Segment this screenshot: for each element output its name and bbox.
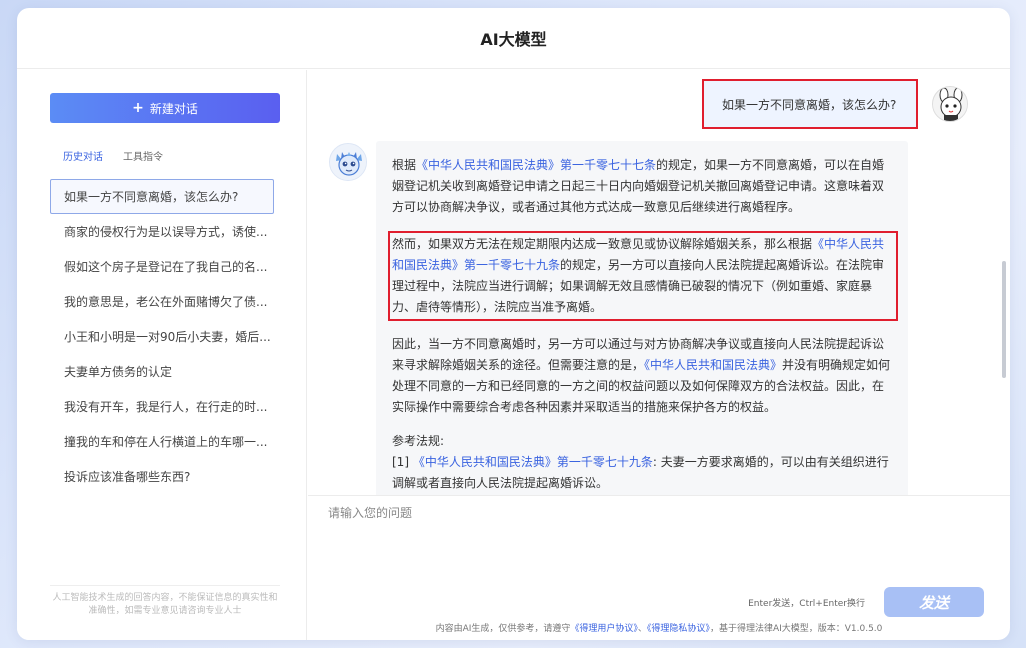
privacy-agreement-link[interactable]: 《得理隐私协议》 xyxy=(647,624,710,634)
assistant-avatar-icon xyxy=(330,144,366,180)
reference-number: [1] xyxy=(392,455,409,469)
user-avatar xyxy=(932,86,968,122)
sidebar-tabs: 历史对话 工具指令 xyxy=(63,148,163,163)
answer-text: 根据 xyxy=(392,158,417,172)
footer-text: 内容由AI生成，仅供参考，请遵守 xyxy=(435,624,571,634)
keyboard-hint: Enter发送，Ctrl+Enter换行 xyxy=(748,599,865,609)
references-title: 参考法规: xyxy=(392,434,445,448)
footer-notice: 内容由AI生成，仅供参考，请遵守《得理用户协议》、《得理隐私协议》，基于得理法律… xyxy=(308,621,1010,634)
tab-history[interactable]: 历史对话 xyxy=(63,148,103,163)
page-title: AI大模型 xyxy=(480,30,547,49)
plus-icon: + xyxy=(132,100,144,116)
law-link[interactable]: 《中华人民共和国民法典》第一千零七十七条 xyxy=(416,158,656,172)
chat-area: 如果一方不同意离婚，该怎么办? 根据《中华人民共和国民法典》第一千零七十七条的规… xyxy=(308,70,1010,495)
answer-text: 然而，如果双方无法在规定期限内达成一致意见或协议解除婚姻关系，那么根据 xyxy=(392,237,813,251)
send-button[interactable]: 发送 xyxy=(884,587,984,617)
highlighted-answer-paragraph: 然而，如果双方无法在规定期限内达成一致意见或协议解除婚姻关系，那么根据《中华人民… xyxy=(388,231,898,321)
law-link[interactable]: 《中华人民共和国民法典》 xyxy=(644,358,782,372)
chat-scrollbar[interactable] xyxy=(1002,261,1006,378)
history-item[interactable]: 商家的侵权行为是以误导方式，诱使... xyxy=(50,214,274,249)
footer-separator: 、 xyxy=(637,624,647,634)
title-bar: AI大模型 xyxy=(17,8,1010,69)
history-item[interactable]: 假如这个房子是登记在了我自己的名... xyxy=(50,249,274,284)
user-avatar-icon xyxy=(933,87,967,121)
question-input[interactable] xyxy=(328,504,988,584)
history-item[interactable]: 夫妻单方债务的认定 xyxy=(50,354,274,389)
history-item[interactable]: 如果一方不同意离婚，该怎么办? xyxy=(50,179,274,214)
user-message-text: 如果一方不同意离婚，该怎么办? xyxy=(722,97,897,112)
history-list: 如果一方不同意离婚，该怎么办? 商家的侵权行为是以误导方式，诱使... 假如这个… xyxy=(50,179,274,494)
reference-item: [1] 《中华人民共和国民法典》第一千零七十九条: 夫妻一方要求离婚的，可以由有… xyxy=(392,452,894,494)
sidebar: + 新建对话 历史对话 工具指令 如果一方不同意离婚，该怎么办? 商家的侵权行为… xyxy=(17,70,307,640)
new-chat-label: 新建对话 xyxy=(149,101,198,116)
history-item[interactable]: 投诉应该准备哪些东西? xyxy=(50,459,274,494)
composer: Enter发送，Ctrl+Enter换行 发送 内容由AI生成，仅供参考，请遵守… xyxy=(308,495,1010,640)
assistant-avatar xyxy=(329,143,367,181)
ai-disclaimer: 人工智能技术生成的回答内容，不能保证信息的真实性和准确性，如需专业意见请咨询专业… xyxy=(50,585,280,618)
history-item[interactable]: 撞我的车和停在人行横道上的车哪一... xyxy=(50,424,274,459)
app-window: AI大模型 + 新建对话 历史对话 工具指令 如果一方不同意离婚，该怎么办? 商… xyxy=(17,8,1010,640)
history-item[interactable]: 小王和小明是一对90后小夫妻，婚后... xyxy=(50,319,274,354)
footer-text: ，基于得理法律AI大模型，版本：V1.0.5.0 xyxy=(709,624,883,634)
user-agreement-link[interactable]: 《得理用户协议》 xyxy=(570,624,638,634)
tab-tools[interactable]: 工具指令 xyxy=(123,148,163,163)
answer-paragraph: 因此，当一方不同意离婚时，另一方可以通过与对方协商解决争议或直接向人民法院提起诉… xyxy=(392,334,894,418)
user-message-bubble: 如果一方不同意离婚，该怎么办? xyxy=(702,79,918,129)
answer-paragraph: 根据《中华人民共和国民法典》第一千零七十七条的规定，如果一方不同意离婚，可以在自… xyxy=(392,155,894,218)
law-link[interactable]: 《中华人民共和国民法典》第一千零七十九条 xyxy=(413,455,653,469)
history-item[interactable]: 我的意思是，老公在外面赌博欠了债... xyxy=(50,284,274,319)
new-chat-button[interactable]: + 新建对话 xyxy=(50,93,280,123)
user-message-row: 如果一方不同意离婚，该怎么办? xyxy=(702,79,968,129)
assistant-message-bubble: 根据《中华人民共和国民法典》第一千零七十七条的规定，如果一方不同意离婚，可以在自… xyxy=(376,141,908,495)
history-item[interactable]: 我没有开车，我是行人，在行走的时... xyxy=(50,389,274,424)
